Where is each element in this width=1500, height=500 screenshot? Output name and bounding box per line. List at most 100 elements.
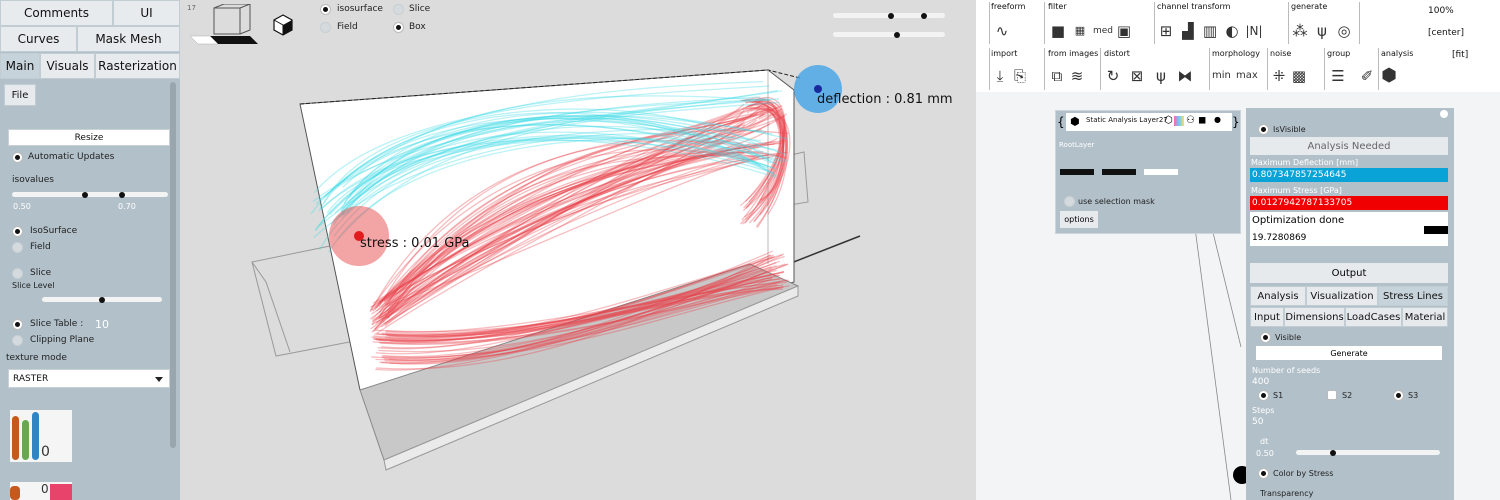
view-range-min-knob[interactable]: [888, 13, 894, 19]
tab-curves[interactable]: Curves: [0, 26, 77, 52]
dt-knob[interactable]: [1330, 450, 1336, 456]
texture-mode-dropdown[interactable]: RASTER: [8, 369, 170, 388]
import-doc-icon[interactable]: ⎘: [1011, 67, 1029, 85]
layers-icon[interactable]: ≋: [1068, 67, 1086, 85]
hexagon-icon[interactable]: ⬢: [1380, 67, 1398, 85]
viewport-canvas[interactable]: [180, 0, 976, 500]
orientation-gizmo[interactable]: [188, 4, 278, 48]
tab-stress-lines[interactable]: Stress Lines: [1378, 286, 1448, 306]
view-range-max-knob[interactable]: [921, 13, 927, 19]
tab-main[interactable]: Main: [0, 53, 40, 79]
box-toggle[interactable]: [393, 22, 404, 33]
stack-icon[interactable]: ⧉: [1048, 67, 1066, 85]
resize-button[interactable]: Resize: [8, 129, 170, 146]
slice-table-radio[interactable]: [12, 319, 23, 330]
cube-icon[interactable]: [272, 13, 294, 37]
clipping-plane-radio[interactable]: [12, 335, 23, 346]
analysis-needed-button[interactable]: Analysis Needed: [1250, 137, 1448, 155]
layer-header[interactable]: ⬢ Static Analysis Layer27 ⬡ ⚇ ◼ ●: [1066, 113, 1232, 131]
brush-icon[interactable]: ✐: [1358, 67, 1376, 85]
isosurface-radio[interactable]: [12, 226, 23, 237]
cube-icon[interactable]: ⬡: [1164, 115, 1173, 126]
psi-icon[interactable]: ψ: [1313, 22, 1331, 40]
abs-icon[interactable]: |N|: [1245, 22, 1263, 40]
psi2-icon[interactable]: ψ: [1152, 67, 1170, 85]
layer-node-panel[interactable]: { ⬢ Static Analysis Layer27 ⬡ ⚇ ◼ ● } Ro…: [1055, 110, 1241, 234]
tab-visuals[interactable]: Visuals: [40, 53, 95, 79]
number-of-seeds-value[interactable]: 400: [1252, 377, 1269, 387]
tab-loadcases[interactable]: LoadCases: [1345, 307, 1402, 327]
toolbar-separator: [1100, 48, 1101, 90]
pinch-icon[interactable]: ⊠: [1128, 67, 1146, 85]
3d-viewport[interactable]: stress : 0.01 GPa deflection : 0.81 mm 1…: [180, 0, 976, 500]
tab-ui[interactable]: UI: [113, 0, 180, 26]
tab-material[interactable]: Material: [1402, 307, 1448, 327]
grid-icon[interactable]: ▦: [1071, 22, 1089, 40]
dot-icon[interactable]: ●: [1214, 115, 1221, 124]
tab-mask-mesh[interactable]: Mask Mesh: [77, 26, 180, 52]
hexagon-icon: ⬢: [1070, 115, 1080, 128]
dt-slider[interactable]: [1296, 450, 1440, 455]
s2-checkbox[interactable]: [1327, 390, 1337, 400]
tab-input[interactable]: Input: [1250, 307, 1284, 327]
max-icon[interactable]: max: [1236, 67, 1258, 85]
automatic-updates-radio[interactable]: [12, 152, 23, 163]
swirl-icon[interactable]: ◎: [1335, 22, 1353, 40]
view-second-slider[interactable]: [833, 32, 945, 37]
fit-button[interactable]: [fit]: [1452, 50, 1468, 60]
legend-bar-orange: [10, 486, 20, 500]
mirror-icon[interactable]: ⧓: [1176, 67, 1194, 85]
isosurface-toggle[interactable]: [320, 4, 331, 15]
optimization-value: 19.7280869: [1252, 233, 1307, 243]
curve-icon[interactable]: ∿: [993, 22, 1011, 40]
use-selection-mask-checkbox[interactable]: [1064, 196, 1075, 207]
visible-radio[interactable]: [1260, 332, 1271, 343]
slice-toggle[interactable]: [393, 4, 404, 15]
generate-button[interactable]: Generate: [1256, 346, 1442, 360]
sparkle-icon[interactable]: ⁂: [1291, 22, 1309, 40]
tab-rasterization[interactable]: Rasterization: [95, 53, 180, 79]
s3-radio[interactable]: [1393, 390, 1404, 401]
frame-icon[interactable]: ▣: [1115, 22, 1133, 40]
texture-icon[interactable]: ▩: [1290, 67, 1308, 85]
isovalues-min-knob[interactable]: [82, 192, 88, 198]
tab-comments[interactable]: Comments: [0, 0, 113, 26]
isovalues-max-knob[interactable]: [119, 192, 125, 198]
group-icon[interactable]: ☰: [1329, 67, 1347, 85]
zoom-level[interactable]: 100%: [1428, 6, 1454, 16]
options-button[interactable]: options: [1060, 211, 1098, 228]
left-scrollbar[interactable]: [170, 82, 176, 448]
import-mesh-icon[interactable]: ⤓: [991, 67, 1009, 85]
square-icon[interactable]: ■: [1049, 22, 1067, 40]
field-radio[interactable]: [12, 242, 23, 253]
steps-value[interactable]: 50: [1252, 417, 1263, 427]
tab-visualization[interactable]: Visualization: [1306, 286, 1378, 306]
layers-icon[interactable]: ◼: [1198, 115, 1206, 126]
center-button[interactable]: [center]: [1428, 28, 1464, 38]
view-second-knob[interactable]: [894, 32, 900, 38]
tab-file[interactable]: File: [4, 84, 36, 106]
s1-radio[interactable]: [1258, 390, 1269, 401]
swirl2-icon[interactable]: ↻: [1104, 67, 1122, 85]
med-icon[interactable]: med: [1093, 22, 1113, 40]
color-by-stress-radio[interactable]: [1258, 468, 1269, 479]
visibility-icon[interactable]: ⚇: [1186, 115, 1195, 126]
group-icons: ☰: [1329, 63, 1347, 89]
hash-icon[interactable]: ⊞: [1157, 22, 1175, 40]
panel-corner-dot[interactable]: [1440, 110, 1448, 118]
analysis-node-panel[interactable]: IsVisible Analysis Needed Maximum Deflec…: [1246, 108, 1454, 500]
field-toggle[interactable]: [320, 22, 331, 33]
slice-level-knob[interactable]: [99, 297, 105, 303]
color-icon[interactable]: [1174, 116, 1184, 126]
bars-icon[interactable]: ▥: [1201, 22, 1219, 40]
histogram-icon[interactable]: ▟: [1179, 22, 1197, 40]
isovalues-slider[interactable]: [12, 192, 168, 197]
min-icon[interactable]: min: [1212, 67, 1231, 85]
half-icon[interactable]: ◐: [1223, 22, 1241, 40]
slice-radio[interactable]: [12, 268, 23, 279]
output-button[interactable]: Output: [1250, 263, 1448, 283]
tab-dimensions[interactable]: Dimensions: [1284, 307, 1345, 327]
is-visible-radio[interactable]: [1258, 124, 1269, 135]
tab-analysis[interactable]: Analysis: [1250, 286, 1306, 306]
noise-icon[interactable]: ⁜: [1270, 67, 1288, 85]
